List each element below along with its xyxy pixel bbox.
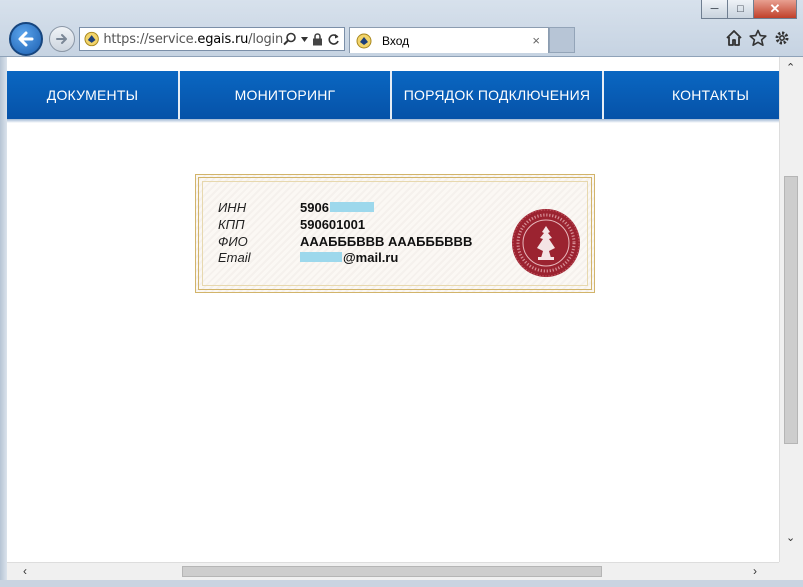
vertical-scrollbar[interactable]: ⌃ ⌄ xyxy=(779,57,803,562)
email-row: Email @mail.ru xyxy=(218,249,398,265)
kpp-row: КПП 590601001 xyxy=(218,216,365,232)
close-window-button[interactable]: ✕ xyxy=(753,0,797,19)
nav-item-contacts[interactable]: КОНТАКТЫ xyxy=(604,71,779,119)
scroll-up-icon[interactable]: ⌃ xyxy=(786,61,795,74)
nav-shadow xyxy=(7,119,779,123)
dropdown-icon[interactable] xyxy=(301,36,308,42)
new-tab-button[interactable] xyxy=(549,27,575,53)
scroll-down-icon[interactable]: ⌄ xyxy=(786,531,795,544)
vertical-scroll-thumb[interactable] xyxy=(784,176,798,444)
nav-item-connection-order[interactable]: ПОРЯДОК ПОДКЛЮЧЕНИЯ xyxy=(392,71,604,119)
window-bottom-border xyxy=(0,580,803,587)
url-text: https://service.egais.ru/login xyxy=(103,31,283,47)
page-viewport: ДОКУМЕНТЫ МОНИТОРИНГ ПОРЯДОК ПОДКЛЮЧЕНИЯ… xyxy=(7,57,779,562)
inn-value: 5906 xyxy=(300,200,374,215)
search-icon[interactable] xyxy=(283,32,297,46)
fio-value: АААБББВВВ АААБББВВВ xyxy=(300,233,473,249)
scrollbar-corner xyxy=(779,562,803,580)
certificate-card[interactable]: ИНН 5906 КПП 590601001 ФИО АААБББВВВ ААА… xyxy=(195,174,595,293)
fio-row: ФИО АААБББВВВ АААБББВВВ xyxy=(218,233,472,249)
email-value: @mail.ru xyxy=(300,250,398,265)
inn-label: ИНН xyxy=(218,199,247,215)
horizontal-scroll-thumb[interactable] xyxy=(182,566,602,577)
horizontal-scrollbar[interactable]: ‹ › xyxy=(7,562,779,580)
nav-item-documents[interactable]: ДОКУМЕНТЫ xyxy=(7,71,180,119)
fio-label: ФИО xyxy=(218,233,248,249)
minimize-button[interactable]: ─ xyxy=(701,0,728,19)
browser-toolbar: ─ □ ✕ https://service.egais.ru/login Вхо… xyxy=(0,0,803,57)
kpp-label: КПП xyxy=(218,216,245,232)
home-icon[interactable] xyxy=(725,29,743,47)
tab-favicon-icon xyxy=(356,33,372,48)
inn-row: ИНН 5906 xyxy=(218,199,374,215)
window-controls: ─ □ ✕ xyxy=(701,0,797,19)
scroll-left-icon[interactable]: ‹ xyxy=(23,564,27,578)
settings-gear-icon[interactable] xyxy=(773,29,791,47)
back-arrow-icon xyxy=(18,31,34,47)
site-favicon-icon xyxy=(84,31,99,47)
tab-login[interactable]: Вход × xyxy=(349,27,549,53)
address-bar[interactable]: https://service.egais.ru/login xyxy=(79,27,345,51)
refresh-icon[interactable] xyxy=(327,33,340,46)
redaction-mask xyxy=(329,202,374,212)
email-label: Email xyxy=(218,249,251,265)
kpp-value: 590601001 xyxy=(300,216,366,232)
nav-item-monitoring[interactable]: МОНИТОРИНГ xyxy=(180,71,392,119)
lock-icon[interactable] xyxy=(312,32,323,46)
back-button[interactable] xyxy=(9,22,43,56)
window-left-border xyxy=(0,57,7,587)
forward-button[interactable] xyxy=(49,26,75,52)
redaction-mask xyxy=(300,252,342,262)
favorites-star-icon[interactable] xyxy=(749,29,767,47)
seal-emblem-icon xyxy=(512,209,580,277)
maximize-button[interactable]: □ xyxy=(727,0,754,19)
tab-title: Вход xyxy=(382,33,410,48)
browser-tools xyxy=(725,29,791,47)
forward-arrow-icon xyxy=(56,34,67,44)
scroll-right-icon[interactable]: › xyxy=(753,564,757,578)
tab-close-button[interactable]: × xyxy=(532,33,540,48)
main-navigation: ДОКУМЕНТЫ МОНИТОРИНГ ПОРЯДОК ПОДКЛЮЧЕНИЯ… xyxy=(7,71,779,119)
